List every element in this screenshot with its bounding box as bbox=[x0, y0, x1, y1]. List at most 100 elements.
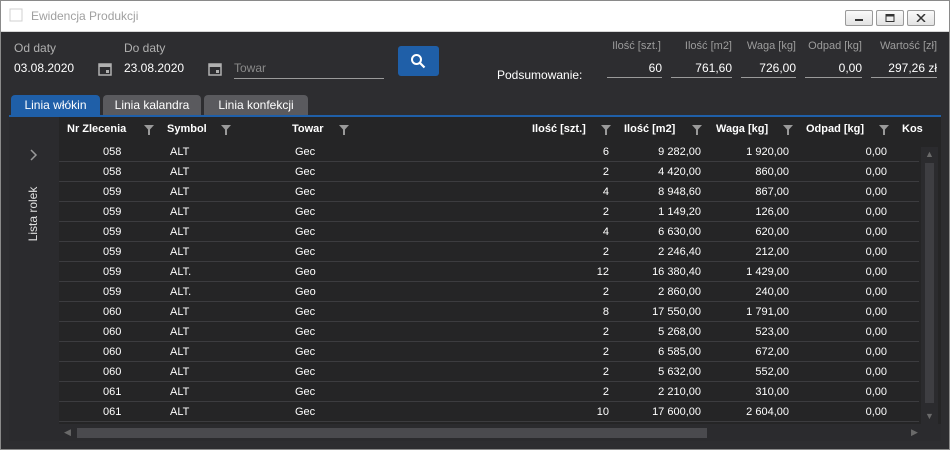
product-search-input[interactable] bbox=[234, 58, 384, 79]
app-icon bbox=[9, 8, 23, 22]
table-row[interactable]: 060 ALT Gec 2 5 268,00 523,00 0,00 bbox=[59, 322, 919, 342]
cell-product: Gec bbox=[295, 206, 316, 218]
table-row[interactable]: 060 ALT Gec 2 5 632,00 552,00 0,00 bbox=[59, 362, 919, 382]
filter-icon[interactable] bbox=[339, 125, 349, 135]
side-panel-label: Lista rolek bbox=[26, 186, 40, 242]
column-header-area[interactable]: Ilość [m2] bbox=[624, 123, 675, 135]
close-icon bbox=[916, 14, 926, 22]
grid-header: Nr Zlecenia Symbol Towar Ilość [szt.] Il… bbox=[59, 117, 941, 142]
table-row[interactable]: 058 ALT Gec 2 4 420,00 860,00 0,00 bbox=[59, 162, 919, 182]
cell-qty: 10 bbox=[596, 406, 609, 418]
filter-icon[interactable] bbox=[692, 125, 702, 135]
cell-weight: 552,00 bbox=[755, 366, 789, 378]
column-header-cost[interactable]: Kos bbox=[902, 123, 923, 135]
cell-symbol: ALT bbox=[170, 246, 190, 258]
summary-header-area: Ilość [m2] bbox=[684, 40, 732, 52]
table-row[interactable]: 061 ALT Gec 10 17 600,00 2 604,00 0,00 bbox=[59, 402, 919, 422]
tab-linia-konfekcji[interactable]: Linia konfekcji bbox=[204, 95, 308, 115]
cell-waste: 0,00 bbox=[865, 406, 887, 418]
table-row[interactable]: 059 ALT. Geo 12 16 380,40 1 429,00 0,00 bbox=[59, 262, 919, 282]
cell-order: 059 bbox=[103, 246, 122, 258]
filter-icon[interactable] bbox=[879, 125, 889, 135]
cell-area: 2 246,40 bbox=[658, 246, 701, 258]
cell-waste: 0,00 bbox=[865, 266, 887, 278]
vertical-scrollbar[interactable]: ▲ ▼ bbox=[921, 147, 938, 425]
cell-symbol: ALT bbox=[170, 186, 190, 198]
cell-product: Gec bbox=[295, 386, 316, 398]
cell-order: 060 bbox=[103, 306, 122, 318]
close-button[interactable] bbox=[907, 10, 935, 26]
filter-icon[interactable] bbox=[601, 125, 611, 135]
horizontal-scroll-thumb[interactable] bbox=[77, 428, 707, 438]
table-row[interactable]: 060 ALT Gec 8 17 550,00 1 791,00 0,00 bbox=[59, 302, 919, 322]
horizontal-scrollbar[interactable]: ◀ ▶ bbox=[59, 424, 941, 441]
cell-area: 2 210,00 bbox=[658, 386, 701, 398]
cell-area: 6 630,00 bbox=[658, 226, 701, 238]
cell-waste: 0,00 bbox=[865, 226, 887, 238]
filter-icon[interactable] bbox=[221, 125, 231, 135]
cell-area: 17 600,00 bbox=[652, 406, 701, 418]
cell-product: Geo bbox=[295, 266, 316, 278]
column-header-symbol[interactable]: Symbol bbox=[167, 123, 207, 135]
tab-linia-wlokin[interactable]: Linia włókin bbox=[11, 95, 100, 115]
table-row[interactable]: 059 ALT Gec 4 6 630,00 620,00 0,00 bbox=[59, 222, 919, 242]
scroll-up-icon[interactable]: ▲ bbox=[925, 149, 934, 159]
cell-waste: 0,00 bbox=[865, 206, 887, 218]
to-date-field[interactable]: 23.08.2020 bbox=[124, 61, 184, 75]
chevron-right-icon[interactable] bbox=[29, 149, 39, 161]
summary-header-value: Wartość [zł] bbox=[879, 40, 937, 52]
cell-order: 059 bbox=[103, 186, 122, 198]
cell-order: 061 bbox=[103, 386, 122, 398]
cell-qty: 2 bbox=[602, 366, 609, 378]
column-header-weight[interactable]: Waga [kg] bbox=[716, 123, 768, 135]
table-row[interactable]: 059 ALT. Geo 2 2 860,00 240,00 0,00 bbox=[59, 282, 919, 302]
cell-area: 5 268,00 bbox=[658, 326, 701, 338]
cell-qty: 4 bbox=[602, 226, 609, 238]
maximize-button[interactable] bbox=[876, 10, 904, 26]
cell-order: 060 bbox=[103, 346, 122, 358]
vertical-scroll-thumb[interactable] bbox=[925, 163, 934, 403]
cell-symbol: ALT bbox=[170, 146, 190, 158]
cell-symbol: ALT bbox=[170, 326, 190, 338]
cell-weight: 126,00 bbox=[755, 206, 789, 218]
cell-qty: 2 bbox=[602, 346, 609, 358]
cell-waste: 0,00 bbox=[865, 346, 887, 358]
search-button[interactable] bbox=[398, 46, 439, 76]
cell-order: 058 bbox=[103, 166, 122, 178]
cell-symbol: ALT bbox=[170, 306, 190, 318]
summary-qty: 60 bbox=[607, 59, 662, 78]
table-row[interactable]: 061 ALT Gec 2 2 210,00 310,00 0,00 bbox=[59, 382, 919, 402]
scroll-down-icon[interactable]: ▼ bbox=[925, 411, 934, 421]
table-row[interactable]: 058 ALT Gec 6 9 282,00 1 920,00 0,00 bbox=[59, 142, 919, 162]
column-header-product[interactable]: Towar bbox=[292, 123, 324, 135]
cell-waste: 0,00 bbox=[865, 306, 887, 318]
cell-symbol: ALT bbox=[170, 226, 190, 238]
cell-product: Gec bbox=[295, 226, 316, 238]
table-row[interactable]: 059 ALT Gec 2 1 149,20 126,00 0,00 bbox=[59, 202, 919, 222]
cell-weight: 523,00 bbox=[755, 326, 789, 338]
table-row[interactable]: 059 ALT Gec 2 2 246,40 212,00 0,00 bbox=[59, 242, 919, 262]
table-row[interactable]: 059 ALT Gec 4 8 948,60 867,00 0,00 bbox=[59, 182, 919, 202]
scroll-left-icon[interactable]: ◀ bbox=[64, 427, 71, 438]
filter-icon[interactable] bbox=[144, 125, 154, 135]
table-row[interactable]: 060 ALT Gec 2 6 585,00 672,00 0,00 bbox=[59, 342, 919, 362]
cell-symbol: ALT. bbox=[170, 266, 192, 278]
from-date-field[interactable]: 03.08.2020 bbox=[14, 61, 74, 75]
filter-icon[interactable] bbox=[783, 125, 793, 135]
app-window: Ewidencja Produkcji Od daty 03.08.2020 D… bbox=[0, 0, 950, 450]
cell-order: 059 bbox=[103, 266, 122, 278]
calendar-icon[interactable] bbox=[208, 62, 222, 76]
cell-area: 5 632,00 bbox=[658, 366, 701, 378]
tab-linia-kalandra[interactable]: Linia kalandra bbox=[103, 95, 201, 115]
column-header-waste[interactable]: Odpad [kg] bbox=[806, 123, 864, 135]
cell-qty: 4 bbox=[602, 186, 609, 198]
column-header-order[interactable]: Nr Zlecenia bbox=[67, 123, 126, 135]
cell-qty: 2 bbox=[602, 286, 609, 298]
minimize-button[interactable] bbox=[845, 10, 873, 26]
cell-order: 060 bbox=[103, 326, 122, 338]
calendar-icon[interactable] bbox=[98, 62, 112, 76]
column-header-qty[interactable]: Ilość [szt.] bbox=[532, 123, 586, 135]
cell-qty: 2 bbox=[602, 166, 609, 178]
side-panel[interactable]: Lista rolek bbox=[9, 117, 59, 441]
scroll-right-icon[interactable]: ▶ bbox=[911, 427, 918, 438]
